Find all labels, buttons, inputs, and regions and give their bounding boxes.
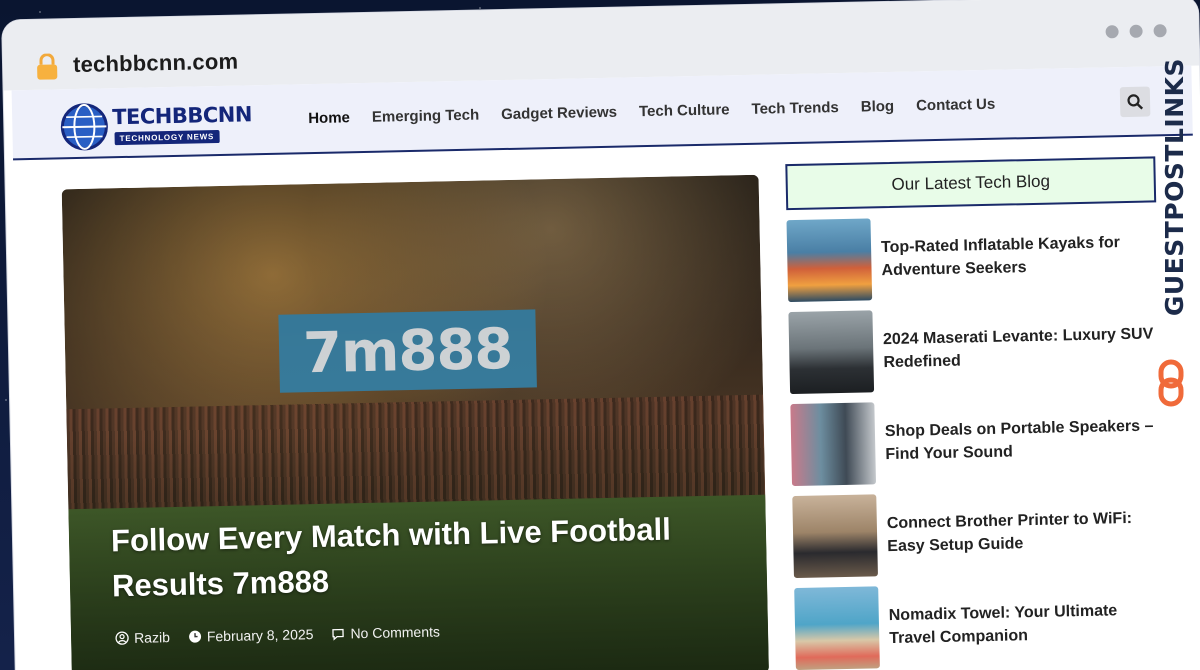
nav-tech-culture[interactable]: Tech Culture	[639, 101, 730, 120]
nav-tech-trends[interactable]: Tech Trends	[751, 99, 839, 118]
site-logo[interactable]: TECHBBCNN TECHNOLOGY NEWS	[60, 99, 253, 151]
lock-icon	[37, 53, 58, 80]
post-thumbnail[interactable]	[790, 402, 877, 487]
list-item[interactable]: Connect Brother Printer to WiFi: Easy Se…	[792, 488, 1164, 579]
browser-window: techbbcnn.com TECHBBCNN TECHNOLOGY NEWS …	[2, 0, 1200, 670]
nav-emerging-tech[interactable]: Emerging Tech	[372, 107, 480, 126]
address-bar-url[interactable]: techbbcnn.com	[73, 49, 239, 78]
comment-icon	[332, 628, 345, 641]
post-author[interactable]: Razib	[134, 629, 170, 646]
list-item[interactable]: Top-Rated Inflatable Kayaks for Adventur…	[786, 212, 1158, 303]
guestpostlinks-watermark: GUESTPOSTLINKS	[1158, 58, 1192, 407]
post-date: February 8, 2025	[206, 626, 314, 645]
list-item[interactable]: 2024 Maserati Levante: Luxury SUV Redefi…	[788, 304, 1160, 395]
post-thumbnail[interactable]	[794, 586, 880, 670]
window-dot[interactable]	[1153, 24, 1167, 38]
user-icon	[115, 631, 129, 645]
post-thumbnail[interactable]	[786, 218, 873, 303]
nav-home[interactable]: Home	[308, 109, 350, 127]
clock-icon	[188, 630, 201, 643]
window-dot[interactable]	[1105, 25, 1119, 39]
window-dot[interactable]	[1129, 24, 1143, 38]
post-title[interactable]: Top-Rated Inflatable Kayaks for Adventur…	[881, 230, 1158, 282]
list-item[interactable]: Nomadix Towel: Your Ultimate Travel Comp…	[794, 580, 1166, 670]
sidebar-latest-posts: Our Latest Tech Blog Top-Rated Inflatabl…	[785, 156, 1166, 670]
watermark-text: GUESTPOSTLINKS	[1160, 58, 1189, 317]
window-controls	[1105, 24, 1167, 39]
list-item[interactable]: Shop Deals on Portable Speakers – Find Y…	[790, 396, 1162, 487]
search-button[interactable]	[1119, 86, 1151, 118]
chain-link-icon	[1158, 359, 1184, 407]
post-title[interactable]: 2024 Maserati Levante: Luxury SUV Redefi…	[883, 322, 1160, 374]
globe-icon	[60, 103, 108, 151]
sidebar-heading: Our Latest Tech Blog	[785, 156, 1157, 211]
post-title[interactable]: Shop Deals on Portable Speakers – Find Y…	[885, 414, 1162, 466]
logo-tagline: TECHNOLOGY NEWS	[114, 130, 220, 146]
featured-post-title[interactable]: Follow Every Match with Live Football Re…	[111, 505, 733, 608]
post-title[interactable]: Nomadix Towel: Your Ultimate Travel Comp…	[889, 598, 1166, 650]
nav-blog[interactable]: Blog	[861, 98, 895, 116]
post-comments[interactable]: No Comments	[350, 623, 440, 641]
featured-post[interactable]: 7m888 Follow Every Match with Live Footb…	[61, 174, 769, 670]
nav-gadget-reviews[interactable]: Gadget Reviews	[501, 104, 617, 123]
post-thumbnail[interactable]	[788, 310, 875, 395]
nav-contact-us[interactable]: Contact Us	[916, 96, 996, 115]
post-thumbnail[interactable]	[792, 494, 878, 579]
logo-wordmark: TECHBBCNN	[111, 102, 253, 130]
main-nav: Home Emerging Tech Gadget Reviews Tech C…	[308, 96, 995, 127]
post-title[interactable]: Connect Brother Printer to WiFi: Easy Se…	[887, 506, 1164, 558]
search-icon	[1127, 94, 1144, 110]
